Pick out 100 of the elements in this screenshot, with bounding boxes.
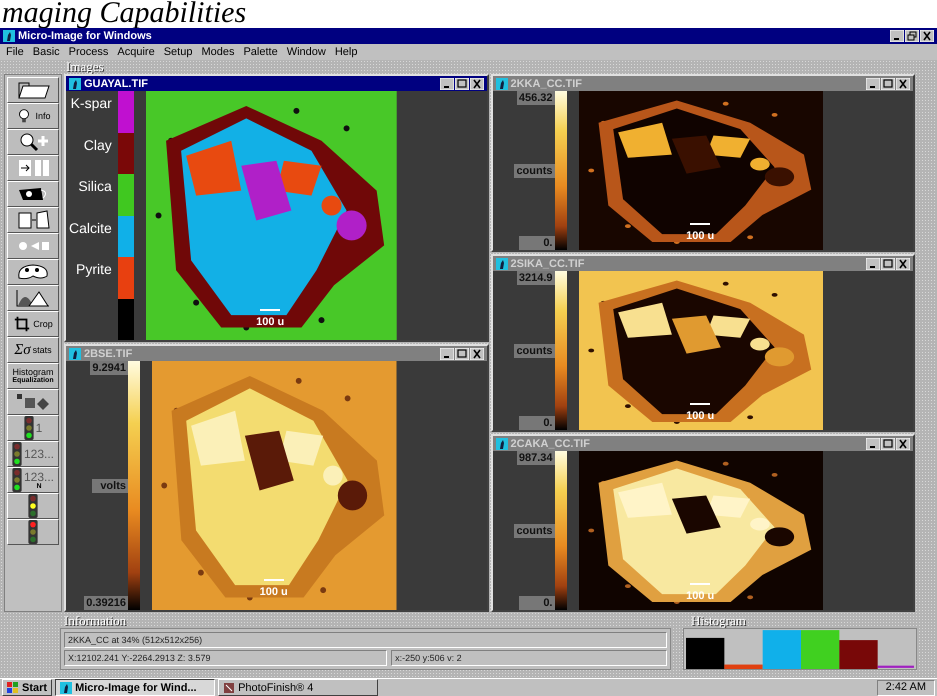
legend-label: Calcite — [68, 218, 112, 236]
max-value-label: 456.32 — [516, 91, 554, 105]
page-heading: maging Capabilities — [0, 0, 937, 28]
scale-bar-icon — [260, 308, 280, 311]
minimize-icon[interactable] — [866, 258, 880, 270]
unit-label: volts — [92, 478, 128, 492]
tool-button[interactable] — [7, 129, 59, 155]
section-label: Histogram — [690, 614, 747, 628]
scale-label: 100 u — [686, 590, 714, 602]
tool-button[interactable] — [7, 493, 59, 519]
maximize-icon[interactable] — [881, 438, 895, 450]
clock: 2:42 AM — [876, 680, 935, 696]
tool-button[interactable]: Info — [7, 103, 59, 129]
app-icon — [496, 438, 508, 450]
close-icon[interactable] — [896, 258, 910, 270]
taskbar-button[interactable]: PhotoFinish® 4 — [218, 679, 378, 696]
maximize-icon[interactable] — [454, 348, 468, 360]
start-button[interactable]: Start — [2, 679, 52, 696]
app-icon — [69, 78, 81, 90]
crop-icon — [13, 315, 32, 333]
traffic-light-icon — [28, 494, 38, 518]
menu-item[interactable]: Modes — [201, 46, 234, 58]
tool-button[interactable] — [7, 155, 59, 181]
menu-item[interactable]: Setup — [164, 46, 192, 58]
minimize-icon[interactable] — [866, 438, 880, 450]
tool-button[interactable] — [7, 285, 59, 311]
pixel-field: x:-250 y:506 v: 2 — [391, 650, 667, 666]
traffic-light-icon — [24, 416, 34, 440]
window-title: 2SIKA_CC.TIF — [510, 258, 584, 270]
legend-label: Pyrite — [75, 260, 112, 277]
tool-label: 1 — [36, 422, 42, 434]
app-icon — [69, 348, 81, 360]
tool-button[interactable] — [7, 233, 59, 259]
scale-bar-icon — [690, 583, 710, 586]
unit-label: counts — [514, 164, 554, 178]
menu-item[interactable]: Acquire — [117, 46, 155, 58]
tool-button[interactable] — [7, 77, 59, 103]
tool-button[interactable]: 123... — [7, 441, 59, 467]
section-label: Information — [63, 614, 128, 628]
tool-label: 123... — [24, 470, 54, 482]
minimize-icon[interactable] — [440, 348, 454, 360]
maximize-icon[interactable] — [881, 258, 895, 270]
coordinates-field: X:12102.241 Y:-2264.2913 Z: 3.579 — [64, 650, 388, 666]
legend-label: K-spar — [70, 94, 112, 111]
restore-icon[interactable] — [905, 30, 919, 42]
sigma-symbol: Σσ — [14, 342, 31, 358]
minimize-icon[interactable] — [890, 30, 904, 42]
tool-button[interactable]: Crop — [7, 311, 59, 337]
scale-bar-icon — [690, 223, 710, 226]
tool-button[interactable] — [7, 207, 59, 233]
min-value-label: 0.39216 — [84, 596, 128, 610]
app-icon — [496, 78, 508, 90]
tool-button[interactable] — [7, 389, 59, 415]
menu-item[interactable]: Palette — [243, 46, 278, 58]
unit-label: counts — [514, 344, 554, 358]
scale-bar-icon — [690, 403, 710, 406]
max-value-label: 987.34 — [516, 451, 554, 465]
close-icon[interactable] — [896, 438, 910, 450]
close-icon[interactable] — [920, 30, 934, 42]
max-value-label: 9.2941 — [90, 361, 128, 375]
close-icon[interactable] — [896, 78, 910, 90]
window-title: 2BSE.TIF — [84, 348, 132, 360]
traffic-light-icon — [12, 442, 22, 466]
scale-bar-icon — [264, 578, 284, 581]
menu-item[interactable]: Basic — [32, 46, 60, 58]
menu-item[interactable]: Help — [334, 46, 358, 58]
legend-label: Clay — [82, 136, 112, 152]
windows-logo-icon — [7, 682, 19, 694]
taskbar-button[interactable]: Micro-Image for Wind... — [55, 679, 216, 696]
close-icon[interactable] — [470, 348, 484, 360]
maximize-icon[interactable] — [881, 78, 895, 90]
minimize-icon[interactable] — [440, 78, 454, 90]
max-value-label: 3214.9 — [516, 271, 554, 285]
window-title: 2CAKA_CC.TIF — [510, 438, 590, 450]
minimize-icon[interactable] — [866, 78, 880, 90]
tool-label: 123... — [24, 448, 54, 460]
status-field: 2KKA_CC at 34% (512x512x256) — [64, 632, 667, 648]
traffic-light-icon — [28, 520, 38, 544]
window-title: 2KKA_CC.TIF — [510, 78, 582, 90]
tool-button[interactable]: 1 — [7, 415, 59, 441]
app-icon — [3, 30, 15, 42]
maximize-icon[interactable] — [454, 78, 468, 90]
legend-label: Silica — [77, 177, 112, 194]
tool-button[interactable] — [7, 259, 59, 285]
tool-button[interactable] — [7, 519, 59, 545]
window-title: GUAYAL.TIF — [84, 78, 148, 90]
min-value-label: 0. — [518, 236, 554, 250]
menu-item[interactable]: Process — [68, 46, 108, 58]
min-value-label: 0. — [518, 416, 554, 430]
section-label: Images — [65, 60, 105, 74]
tool-label: Histogram — [12, 368, 54, 377]
tool-label: Crop — [33, 320, 53, 328]
menu-item[interactable]: Window — [286, 46, 326, 58]
app-title: Micro-Image for Windows — [18, 30, 152, 42]
tool-button[interactable] — [7, 181, 59, 207]
menu-item[interactable]: File — [6, 46, 24, 58]
tool-button[interactable]: Σσ stats — [7, 337, 59, 363]
close-icon[interactable] — [470, 78, 484, 90]
app-icon — [60, 682, 72, 694]
tool-label: Info — [35, 112, 50, 120]
